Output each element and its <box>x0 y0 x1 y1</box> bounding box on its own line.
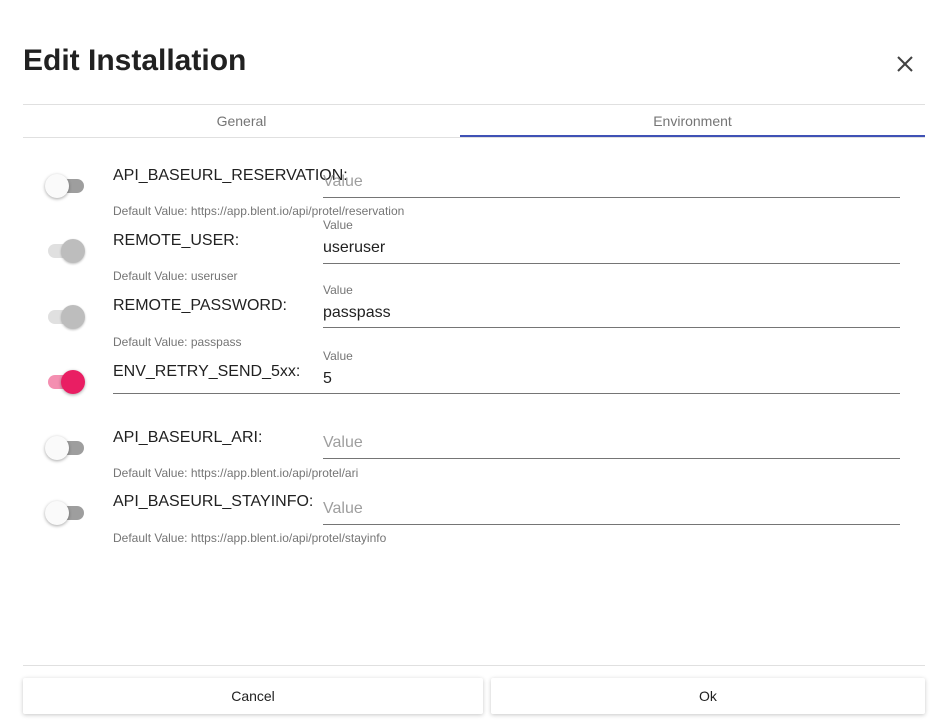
value-field-label: Value <box>323 349 353 363</box>
toggle-remote-user[interactable] <box>48 239 85 263</box>
field-underline <box>323 524 900 525</box>
value-input[interactable]: 5 <box>323 370 332 388</box>
toggle-env-retry-send-5xx[interactable] <box>48 370 85 394</box>
field-underline <box>323 327 900 328</box>
env-name-label: REMOTE_PASSWORD: <box>113 297 287 314</box>
value-input-placeholder: Value <box>323 173 363 190</box>
tab-general[interactable]: General <box>23 105 460 137</box>
env-row-api-baseurl-ari: API_BASEURL_ARI: Value Default Value: ht… <box>0 420 943 486</box>
value-field[interactable]: Value <box>323 159 900 205</box>
value-input-placeholder: Value <box>323 500 363 517</box>
field-underline <box>113 393 900 394</box>
toggle-thumb <box>61 305 85 329</box>
env-name-label: ENV_RETRY_SEND_5xx: <box>113 363 301 380</box>
active-tab-indicator <box>460 135 925 137</box>
cancel-button[interactable]: Cancel <box>23 678 483 714</box>
env-row-remote-user: REMOTE_USER: Value useruser Default Valu… <box>0 218 943 284</box>
toggle-thumb <box>45 436 69 460</box>
tab-environment[interactable]: Environment <box>460 105 925 137</box>
dialog-title: Edit Installation <box>23 44 247 77</box>
value-input-placeholder: Value <box>323 434 363 451</box>
env-row-api-baseurl-stayinfo: API_BASEURL_STAYINFO: Value Default Valu… <box>0 486 943 552</box>
default-value-text: Default Value: useruser <box>113 269 238 283</box>
env-name-label: API_BASEURL_RESERVATION: <box>113 167 348 184</box>
value-field[interactable]: Value 5 <box>113 349 900 395</box>
default-value-text: Default Value: https://app.blent.io/api/… <box>113 466 359 480</box>
default-value-text: Default Value: passpass <box>113 335 242 349</box>
field-underline <box>323 197 900 198</box>
toggle-thumb <box>61 239 85 263</box>
close-icon[interactable] <box>894 53 916 75</box>
value-field-label: Value <box>323 283 353 297</box>
toggle-thumb <box>45 501 69 525</box>
env-name-label: API_BASEURL_ARI: <box>113 429 263 446</box>
field-underline <box>323 263 900 264</box>
toggle-api-baseurl-stayinfo[interactable] <box>45 501 84 525</box>
tabs-divider <box>23 137 925 138</box>
value-input[interactable]: useruser <box>323 239 385 257</box>
value-field[interactable]: Value passpass <box>323 283 900 329</box>
toggle-remote-password[interactable] <box>48 305 85 329</box>
footer-divider <box>23 665 925 666</box>
close-icon-glyph <box>897 56 913 72</box>
toggle-thumb <box>45 174 69 198</box>
env-row-api-baseurl-reservation: API_BASEURL_RESERVATION: Value Default V… <box>0 159 943 225</box>
toggle-thumb <box>61 370 85 394</box>
value-field-label: Value <box>323 218 353 232</box>
field-underline <box>323 458 900 459</box>
env-row-env-retry-send-5xx: ENV_RETRY_SEND_5xx: Value 5 <box>0 349 943 415</box>
env-row-remote-password: REMOTE_PASSWORD: Value passpass Default … <box>0 283 943 349</box>
env-name-label: API_BASEURL_STAYINFO: <box>113 493 314 510</box>
default-value-text: Default Value: https://app.blent.io/api/… <box>113 531 387 545</box>
value-input[interactable]: passpass <box>323 304 391 322</box>
value-field[interactable]: Value useruser <box>323 218 900 264</box>
toggle-api-baseurl-reservation[interactable] <box>45 174 84 198</box>
default-value-text: Default Value: https://app.blent.io/api/… <box>113 204 405 218</box>
value-field[interactable]: Value <box>323 420 900 466</box>
env-name-label: REMOTE_USER: <box>113 232 240 249</box>
ok-button[interactable]: Ok <box>491 678 925 714</box>
value-field[interactable]: Value <box>323 486 900 532</box>
toggle-api-baseurl-ari[interactable] <box>45 436 84 460</box>
